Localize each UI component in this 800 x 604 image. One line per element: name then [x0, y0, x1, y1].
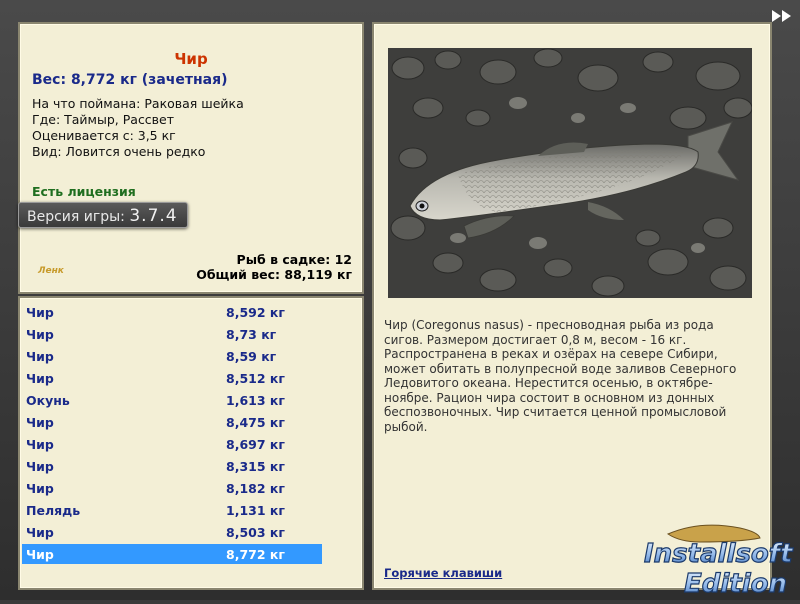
- installsoft-watermark: Installsoft Edition: [640, 518, 800, 600]
- catch-fish-name: Пелядь: [26, 503, 81, 518]
- license-status: Есть лицензия: [32, 184, 136, 199]
- game-logo-small: Ленк: [38, 266, 64, 276]
- catch-list-row[interactable]: Чир 8,697 кг: [22, 434, 322, 454]
- catch-list-row[interactable]: Чир 8,315 кг: [22, 456, 322, 476]
- catch-fish-weight: 8,503 кг: [226, 525, 285, 540]
- catch-fish-name: Чир: [26, 327, 54, 342]
- version-number: 3.7.4: [129, 206, 178, 226]
- catch-fish-weight: 8,73 кг: [226, 327, 277, 342]
- catch-fish-name: Чир: [26, 547, 54, 562]
- watermark-line2: Edition: [684, 569, 787, 599]
- keepnet-count: Рыб в садке: 12: [236, 252, 352, 267]
- catch-fish-weight: 8,59 кг: [226, 349, 277, 364]
- fish-title: Чир: [174, 50, 208, 68]
- catch-fish-name: Чир: [26, 349, 54, 364]
- catch-list-panel: Чир 8,592 кг Чир 8,73 кг Чир 8,59 кг Чир 8,512 …: [18, 296, 364, 590]
- catch-list-row[interactable]: Чир 8,59 кг: [22, 346, 322, 366]
- catch-fish-name: Чир: [26, 305, 54, 320]
- catch-fish-weight: 8,475 кг: [226, 415, 285, 430]
- catch-fish-name: Чир: [26, 415, 54, 430]
- keepnet-total-weight: Общий вес: 88,119 кг: [196, 267, 352, 282]
- fast-forward-icon: [772, 10, 791, 22]
- version-badge: Версия игры: 3.7.4: [18, 202, 188, 228]
- catch-list-row[interactable]: Чир 8,772 кг: [22, 544, 322, 564]
- fast-forward-button[interactable]: [770, 8, 794, 24]
- catch-fish-name: Чир: [26, 437, 54, 452]
- catch-fish-weight: 8,592 кг: [226, 305, 285, 320]
- catch-fish-weight: 8,697 кг: [226, 437, 285, 452]
- catch-list-row[interactable]: Пелядь 1,131 кг: [22, 500, 322, 520]
- catch-list-row[interactable]: Чир 8,475 кг: [22, 412, 322, 432]
- fish-info-panel: Чир Вес: 8,772 кг (зачетная) На что пойм…: [18, 22, 364, 294]
- fish-weight: Вес: 8,772 кг (зачетная): [32, 72, 228, 88]
- catch-fish-weight: 8,182 кг: [226, 481, 285, 496]
- catch-fish-weight: 1,613 кг: [226, 393, 285, 408]
- version-label: Версия игры:: [27, 209, 125, 225]
- catch-fish-name: Чир: [26, 371, 54, 386]
- catch-list-row[interactable]: Чир 8,182 кг: [22, 478, 322, 498]
- catch-list-row[interactable]: Чир 8,512 кг: [22, 368, 322, 388]
- catch-fish-weight: 8,512 кг: [226, 371, 285, 386]
- catch-fish-name: Окунь: [26, 393, 70, 408]
- catch-fish-weight: 8,315 кг: [226, 459, 285, 474]
- fish-description: Чир (Coregonus nasus) - пресноводная рыб…: [384, 318, 737, 434]
- min-weight-detail: Оценивается с: 3,5 кг: [32, 128, 176, 143]
- hotkeys-link[interactable]: Горячие клавиши: [384, 566, 502, 580]
- rarity-detail: Вид: Ловится очень редко: [32, 144, 206, 159]
- catch-fish-name: Чир: [26, 481, 54, 496]
- fish-description-panel: Чир (Coregonus nasus) - пресноводная рыб…: [372, 22, 772, 590]
- catch-list-row[interactable]: Чир 8,592 кг: [22, 302, 322, 322]
- catch-list-row[interactable]: Окунь 1,613 кг: [22, 390, 322, 410]
- catch-list-row[interactable]: Чир 8,503 кг: [22, 522, 322, 542]
- catch-fish-name: Чир: [26, 525, 54, 540]
- fish-photo: [388, 48, 752, 298]
- location-detail: Где: Таймыр, Рассвет: [32, 112, 175, 127]
- catch-fish-weight: 8,772 кг: [226, 547, 285, 562]
- bait-detail: На что поймана: Раковая шейка: [32, 96, 244, 111]
- catch-fish-weight: 1,131 кг: [226, 503, 285, 518]
- catch-fish-name: Чир: [26, 459, 54, 474]
- watermark-line1: Installsoft: [644, 539, 794, 569]
- catch-list-row[interactable]: Чир 8,73 кг: [22, 324, 322, 344]
